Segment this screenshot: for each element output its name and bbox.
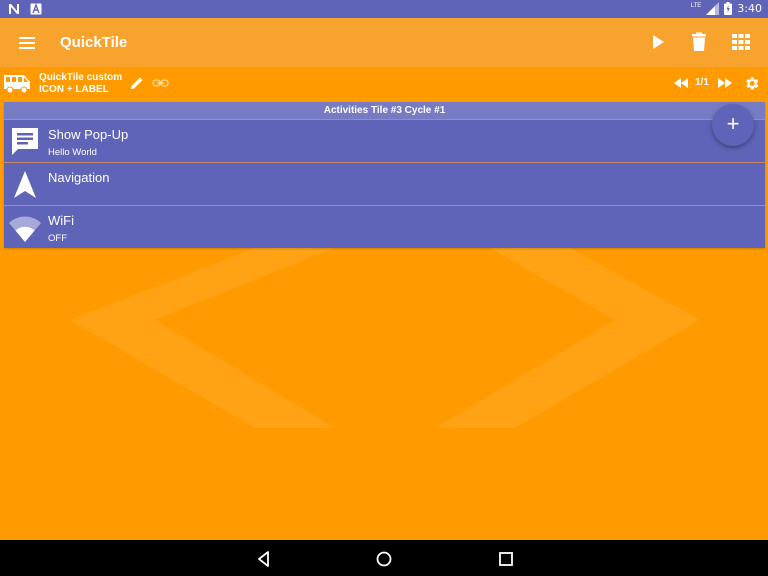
activities-list: Activities Tile #3 Cycle #1 Show Pop-Up … [4,102,765,248]
bus-icon[interactable] [3,72,31,94]
wifi-icon [9,216,41,242]
grid-icon[interactable] [730,31,752,53]
list-item-navigation[interactable]: Navigation [4,162,765,205]
delete-icon[interactable] [688,31,710,53]
list-item-subtitle: OFF [48,233,67,244]
edit-icon[interactable] [129,75,145,91]
recents-icon[interactable] [497,550,515,568]
back-icon[interactable] [255,550,273,568]
clock: 3:40 [737,2,762,15]
list-item-show-popup[interactable]: Show Pop-Up Hello World [4,119,765,162]
list-item-title: Show Pop-Up [48,127,129,142]
list-item-title: WiFi [48,213,74,228]
list-item-subtitle: Hello World [48,147,97,158]
link-icon[interactable] [152,76,169,90]
rewind-icon[interactable] [673,77,689,89]
tile-name-line1: QuickTile custom [39,72,123,83]
signal-icon [706,2,720,15]
navigation-icon [14,171,36,198]
list-item-title: Navigation [48,170,110,185]
tile-pager: 1/1 [695,77,709,88]
menu-icon[interactable] [17,33,37,53]
add-action-button[interactable]: + [712,104,754,146]
status-bar: LTE 3:40 [0,0,768,18]
fast-forward-icon[interactable] [717,77,733,89]
background-chevrons [70,248,700,428]
play-icon[interactable] [647,31,669,53]
battery-icon [724,2,733,15]
home-icon[interactable] [375,550,393,568]
a-notification-icon [30,3,42,15]
network-label: LTE [690,2,702,9]
gear-icon[interactable] [743,75,760,92]
n-notification-icon [9,4,19,14]
system-nav-bar [0,540,768,576]
app-title: QuickTile [60,34,128,51]
tile-name-line2: ICON + LABEL [39,84,109,95]
tile-name: QuickTile custom ICON + LABEL [39,72,122,96]
tile-info-bar: QuickTile custom ICON + LABEL 1/1 [0,67,768,101]
list-header: Activities Tile #3 Cycle #1 [4,102,765,119]
list-item-wifi[interactable]: WiFi OFF [4,205,765,248]
chat-icon [12,128,38,155]
app-bar: QuickTile [0,18,768,67]
